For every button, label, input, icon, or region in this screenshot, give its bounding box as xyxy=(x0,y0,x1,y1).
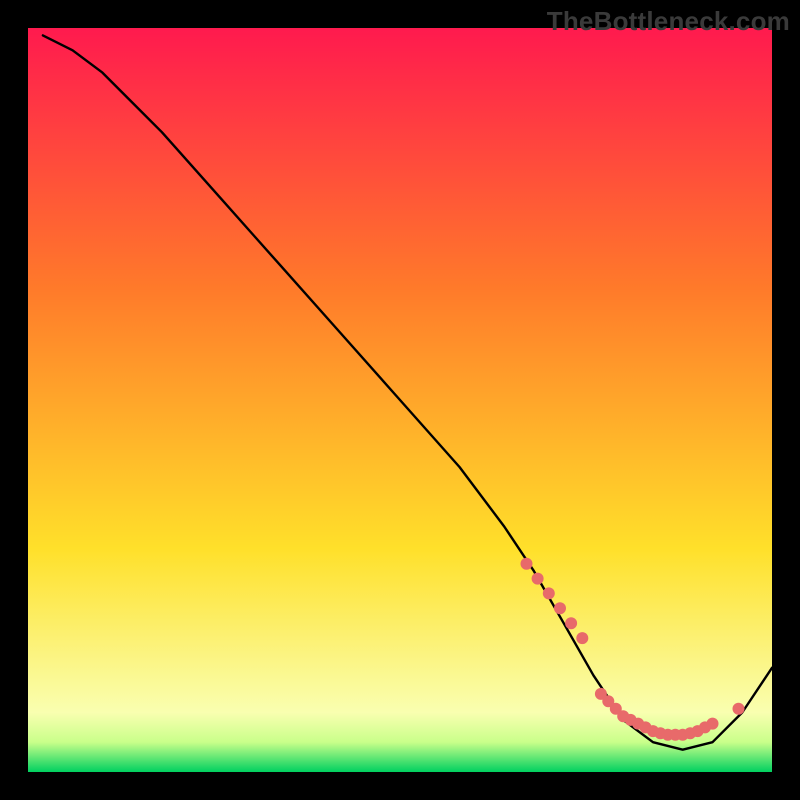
highlight-point xyxy=(707,718,719,730)
highlight-point xyxy=(733,703,745,715)
highlight-point xyxy=(532,573,544,585)
highlight-point xyxy=(543,587,555,599)
highlight-point xyxy=(521,558,533,570)
bottleneck-chart xyxy=(0,0,800,800)
highlight-point xyxy=(576,632,588,644)
highlight-point xyxy=(565,617,577,629)
highlight-point xyxy=(554,602,566,614)
chart-frame: TheBottleneck.com xyxy=(0,0,800,800)
watermark-text: TheBottleneck.com xyxy=(547,6,790,37)
